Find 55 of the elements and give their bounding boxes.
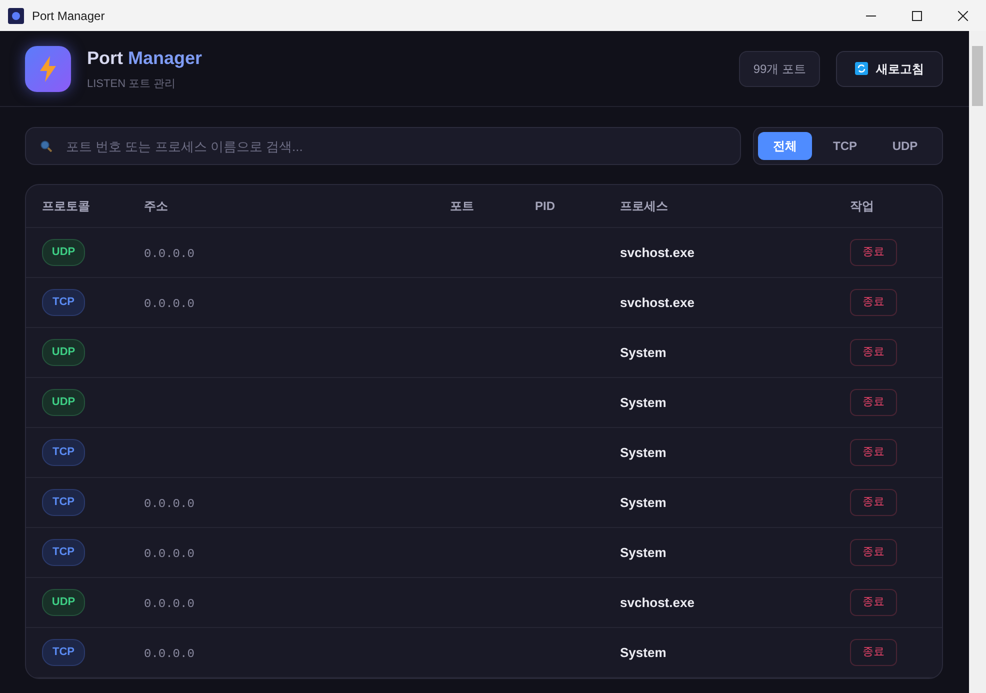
scrollbar-thumb[interactable] (972, 46, 983, 106)
scrollbar[interactable] (969, 31, 986, 693)
protocol-badge: TCP (42, 639, 85, 666)
address-text: 0.0.0.0 (144, 296, 194, 310)
refresh-button[interactable]: 새로고침 (836, 50, 943, 86)
process-name: System (620, 344, 666, 360)
protocol-badge: UDP (42, 389, 85, 416)
kill-button[interactable]: 종료 (850, 339, 897, 366)
column-header: 프로세스 (620, 199, 668, 213)
protocol-badge: TCP (42, 539, 85, 566)
protocol-badge: UDP (42, 239, 85, 266)
kill-button[interactable]: 종료 (850, 589, 897, 616)
close-icon (958, 10, 968, 20)
kill-button[interactable]: 종료 (850, 289, 897, 316)
column-header: 주소 (144, 199, 168, 213)
column-header: PID (535, 199, 556, 213)
process-name: svchost.exe (620, 244, 694, 260)
column-header: 프로토콜 (42, 199, 90, 213)
refresh-icon (855, 62, 868, 75)
port-count: 99개 포트 (739, 50, 820, 86)
protocol-badge: UDP (42, 589, 85, 616)
address-text: 0.0.0.0 (144, 646, 194, 660)
kill-button[interactable]: 종료 (850, 239, 897, 266)
address-text: 0.0.0.0 (144, 496, 194, 510)
process-name: System (620, 544, 666, 560)
process-name: System (620, 494, 666, 510)
window-title: Port Manager (32, 8, 106, 24)
process-name: System (620, 394, 666, 410)
kill-button[interactable]: 종료 (850, 389, 897, 416)
protocol-badge: TCP (42, 289, 85, 316)
process-name: svchost.exe (620, 594, 694, 610)
address-text: 0.0.0.0 (144, 246, 194, 260)
process-name: System (620, 444, 666, 460)
address-text: 0.0.0.0 (144, 546, 194, 560)
column-header: 작업 (850, 199, 874, 213)
kill-button[interactable]: 종료 (850, 489, 897, 516)
search-field[interactable]: 포트 번호 또는 프로세스 이름으로 검색... (25, 127, 741, 165)
kill-button[interactable]: 종료 (850, 539, 897, 566)
app-title: Port Manager (87, 46, 204, 70)
lightning-icon (39, 56, 57, 82)
app-subtitle: LISTEN 포트 관리 (87, 76, 177, 92)
protocol-badge: TCP (42, 489, 85, 516)
filter-tab[interactable]: TCP (818, 132, 872, 160)
process-name: svchost.exe (620, 294, 694, 310)
app-icon (8, 8, 24, 24)
address-text: 0.0.0.0 (144, 596, 194, 610)
filter-tab[interactable]: UDP (878, 132, 932, 160)
kill-button[interactable]: 종료 (850, 639, 897, 666)
process-name: System (620, 644, 666, 660)
kill-button[interactable]: 종료 (850, 439, 897, 466)
protocol-badge: TCP (42, 439, 85, 466)
column-header: 포트 (450, 199, 474, 213)
filter-tab[interactable]: 전체 (758, 132, 812, 160)
protocol-badge: UDP (42, 339, 85, 366)
maximize-icon (912, 10, 922, 20)
